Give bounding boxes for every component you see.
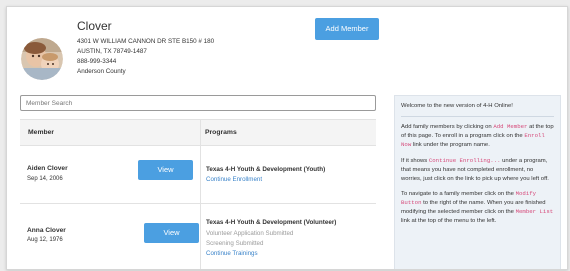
table-header: Member Programs [20,119,376,146]
add-member-code: Add Member [493,123,528,131]
table-row: Anna Clover Aug 12, 1976 View Texas 4-H … [20,204,376,269]
program-name: Texas 4-H Youth & Development (Volunteer… [206,219,337,226]
page-panel: Clover 4301 W WILLIAM CANNON DR STE B150… [6,6,568,270]
member-birthdate: Aug 12, 1976 [27,237,63,243]
member-list-code: Member List [515,208,554,216]
member-table: Member Programs Aiden Clover Sep 14, 200… [20,119,376,269]
program-name: Texas 4-H Youth & Development (Youth) [206,166,326,173]
address-line-2: AUSTIN, TX 78749-1487 [77,48,147,55]
info-paragraph-add: Add family members by clicking on Add Me… [401,123,554,149]
info-panel: Welcome to the new version of 4-H Online… [394,95,561,269]
address-line-1: 4301 W WILLIAM CANNON DR STE B150 # 180 [77,38,215,45]
add-member-button[interactable]: Add Member [315,18,379,40]
member-name[interactable]: Aiden Clover [27,165,68,172]
column-header-programs: Programs [205,129,237,136]
member-search-input[interactable] [20,95,376,111]
table-row: Aiden Clover Sep 14, 2006 View Texas 4-H… [20,146,376,204]
continue-trainings-link[interactable]: Continue Trainings [206,250,258,257]
family-name: Clover [77,19,112,33]
phone-number: 888-999-3344 [77,58,117,65]
county: Anderson County [77,68,126,75]
avatar [21,38,63,80]
view-button[interactable]: View [144,223,199,243]
continue-enrollment-link[interactable]: Continue Enrollment [206,176,262,183]
family-photo [21,38,63,80]
welcome-message: Welcome to the new version of 4-H Online… [401,102,554,118]
program-status: Volunteer Application Submitted [206,230,294,237]
program-status: Screening Submitted [206,240,264,247]
info-paragraph-continue: If it shows Continue Enrolling... under … [401,156,549,182]
continue-enrolling-code: Continue Enrolling... [428,156,501,164]
column-header-member: Member [28,129,55,136]
member-birthdate: Sep 14, 2006 [27,176,63,182]
info-paragraph-navigate: To navigate to a family member click on … [401,189,554,225]
view-button[interactable]: View [138,160,193,180]
member-name[interactable]: Anna Clover [27,227,66,234]
